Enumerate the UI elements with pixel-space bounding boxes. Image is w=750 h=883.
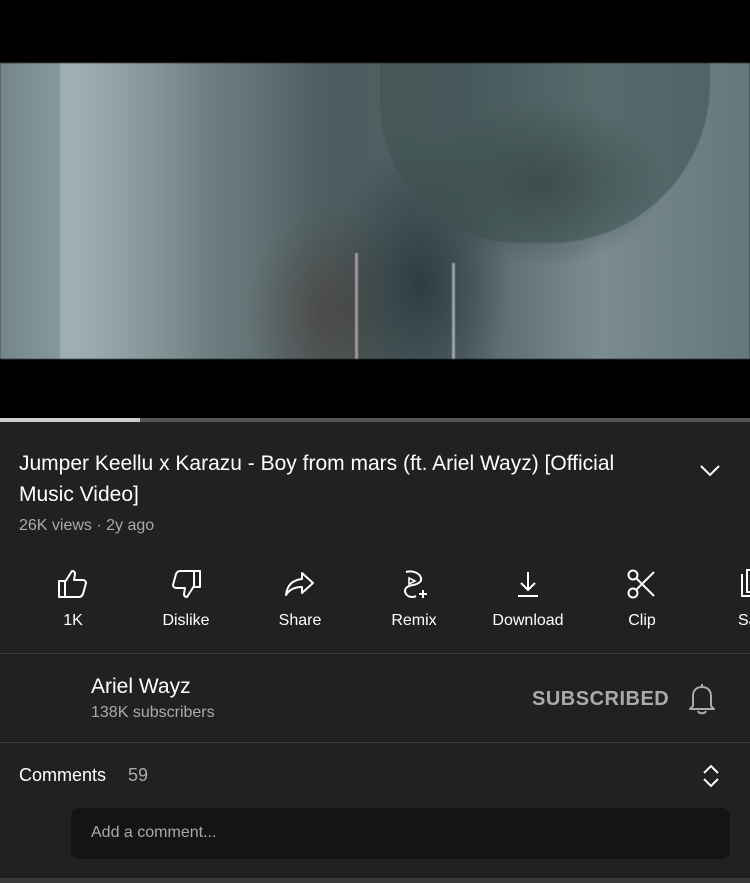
comments-label[interactable]: Comments bbox=[19, 765, 106, 786]
share-icon bbox=[285, 572, 314, 596]
clip-button[interactable]: Clip bbox=[597, 560, 687, 630]
expand-collapse-icon[interactable] bbox=[700, 762, 722, 790]
save-icon bbox=[741, 569, 750, 597]
remix-label: Remix bbox=[391, 612, 437, 629]
clip-icon bbox=[627, 569, 655, 599]
video-meta[interactable]: 26K views · 2y ago bbox=[19, 517, 154, 535]
dislike-button[interactable]: Dislike bbox=[141, 560, 231, 630]
video-frame[interactable] bbox=[0, 63, 750, 359]
download-icon bbox=[518, 572, 538, 597]
bottom-divider bbox=[0, 878, 750, 883]
add-comment-input[interactable]: Add a comment... bbox=[71, 808, 730, 859]
remix-button[interactable]: Remix bbox=[369, 560, 459, 630]
download-label: Download bbox=[492, 612, 564, 629]
share-label: Share bbox=[278, 612, 322, 629]
subscribed-button[interactable]: SUBSCRIBED bbox=[532, 688, 669, 711]
bell-icon[interactable] bbox=[686, 680, 718, 716]
save-button[interactable]: Sa bbox=[698, 560, 750, 630]
video-progress-bar[interactable] bbox=[0, 418, 750, 422]
subscriber-count: 138K subscribers bbox=[91, 704, 215, 721]
video-progress-fill bbox=[0, 418, 141, 422]
like-count: 1K bbox=[63, 612, 83, 629]
remix-icon bbox=[403, 570, 427, 599]
share-button[interactable]: Share bbox=[255, 560, 345, 630]
thumbs-down-icon bbox=[172, 570, 201, 598]
divider bbox=[0, 653, 750, 654]
dislike-label: Dislike bbox=[162, 612, 210, 629]
meta-separator: · bbox=[96, 517, 102, 534]
thumbs-up-icon bbox=[58, 570, 87, 598]
download-button[interactable]: Download bbox=[483, 560, 573, 630]
clip-label: Clip bbox=[628, 612, 656, 629]
chevron-down-icon[interactable] bbox=[696, 456, 724, 484]
avatar[interactable] bbox=[19, 675, 69, 725]
view-count: 26K views bbox=[19, 517, 92, 534]
video-player[interactable] bbox=[0, 0, 750, 420]
action-bar: 1K Dislike Share Remix Download Clip S bbox=[0, 560, 750, 640]
like-button[interactable]: 1K bbox=[28, 560, 118, 630]
save-label: Sa bbox=[738, 612, 750, 629]
video-title[interactable]: Jumper Keellu x Karazu - Boy from mars (… bbox=[19, 448, 659, 510]
channel-name[interactable]: Ariel Wayz bbox=[91, 675, 191, 699]
comments-count: 59 bbox=[128, 765, 149, 785]
upload-age: 2y ago bbox=[106, 517, 155, 534]
divider bbox=[0, 742, 750, 743]
